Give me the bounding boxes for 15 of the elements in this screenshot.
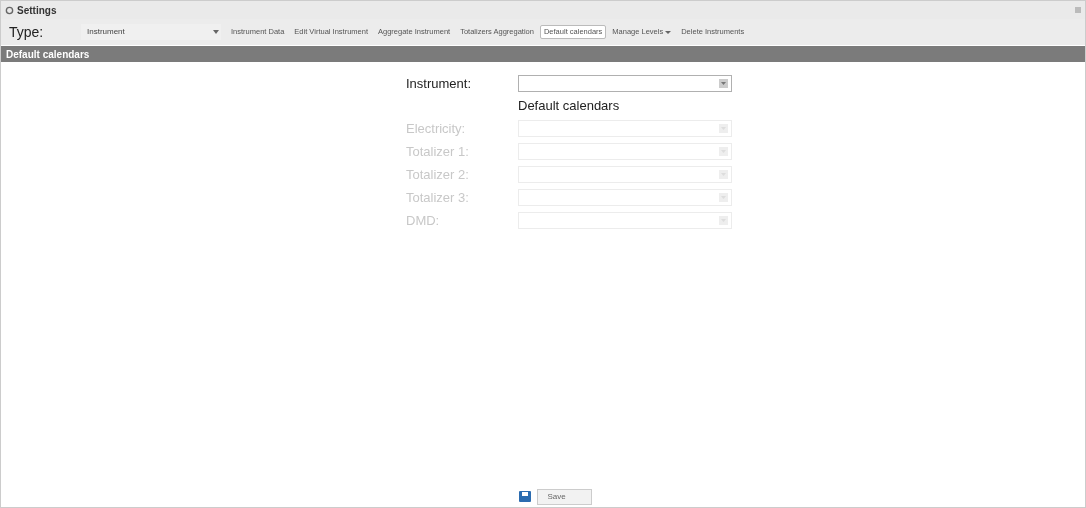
type-label: Type: bbox=[9, 22, 45, 42]
caret-icon bbox=[719, 216, 728, 225]
caret-icon bbox=[213, 30, 219, 34]
caret-icon bbox=[665, 30, 672, 34]
section-title: Default calendars bbox=[518, 97, 620, 116]
caret-icon bbox=[719, 124, 728, 133]
panel-title: Default calendars bbox=[6, 47, 90, 62]
type-dropdown[interactable]: Instrument bbox=[81, 24, 221, 40]
caret-icon bbox=[719, 147, 728, 156]
window-title: Settings bbox=[17, 3, 57, 18]
field-label: Instrument: bbox=[406, 74, 473, 93]
caret-icon bbox=[719, 79, 728, 88]
dropdown-field[interactable] bbox=[518, 75, 732, 92]
caret-icon bbox=[719, 170, 728, 179]
caret-icon bbox=[719, 193, 728, 202]
